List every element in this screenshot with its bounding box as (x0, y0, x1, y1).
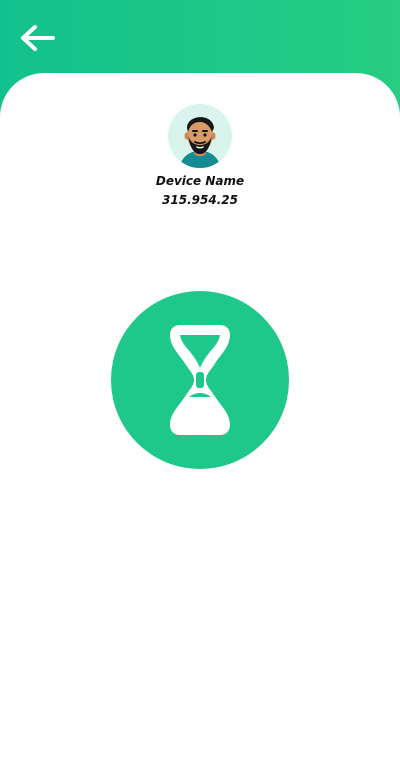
device-wait-screen: Device Name 315.954.25 (0, 0, 400, 760)
content-panel: Device Name 315.954.25 (0, 73, 400, 760)
arrow-left-icon (21, 25, 55, 51)
device-id: 315.954.25 (162, 193, 238, 207)
hourglass-icon (170, 325, 230, 435)
bearded-man-avatar-icon (168, 104, 232, 168)
back-button[interactable] (14, 18, 60, 58)
waiting-status-indicator (111, 291, 289, 469)
avatar (168, 104, 232, 168)
device-name: Device Name (155, 174, 245, 188)
